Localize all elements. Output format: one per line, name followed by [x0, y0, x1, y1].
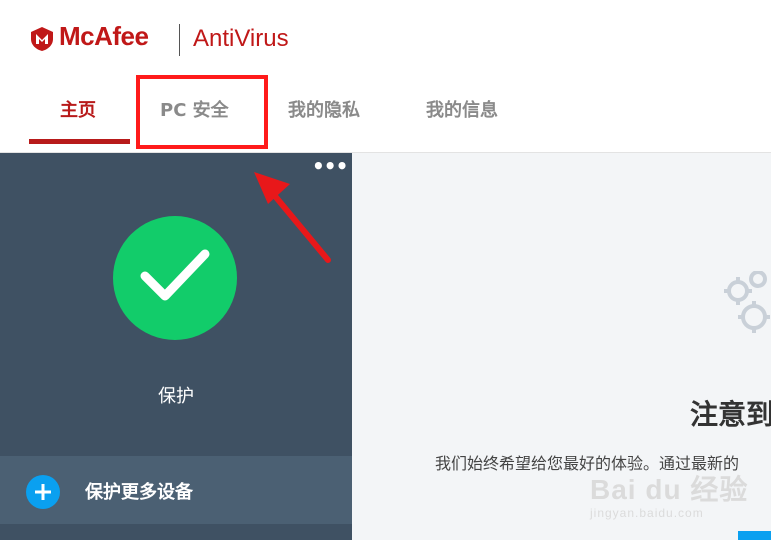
tab-my-info[interactable]: 我的信息 [426, 96, 498, 122]
watermark-main-text: Bai du 经验 [590, 474, 749, 505]
protect-more-devices-label: 保护更多设备 [85, 482, 193, 503]
protect-more-devices-button[interactable]: 保护更多设备 [0, 456, 352, 524]
tab-home[interactable]: 主页 [60, 96, 96, 122]
protected-status-indicator [113, 216, 237, 340]
plus-icon [26, 475, 60, 509]
watermark-url-text: jingyan.baidu.com [590, 506, 704, 520]
notice-action-button[interactable] [738, 531, 771, 540]
tab-my-privacy[interactable]: 我的隐私 [288, 96, 360, 122]
gears-icon [724, 271, 770, 333]
brand-logo-text: McAfee [59, 21, 149, 51]
product-name: AntiVirus [193, 25, 289, 52]
checkmark-icon [140, 249, 210, 301]
annotation-arrow-icon [254, 172, 331, 263]
baidu-watermark: Bai du 经验 jingyan.baidu.com [590, 468, 748, 520]
annotation-highlight-box [136, 75, 268, 149]
protection-status-label: 保护 [158, 386, 194, 407]
logo-divider [179, 24, 180, 56]
active-tab-indicator [29, 139, 130, 144]
app-header: McAfee AntiVirus 主页 PC 安全 我的隐私 我的信息 [0, 0, 771, 153]
notice-title: 注意到 [690, 398, 771, 431]
mcafee-shield-icon [31, 27, 53, 51]
